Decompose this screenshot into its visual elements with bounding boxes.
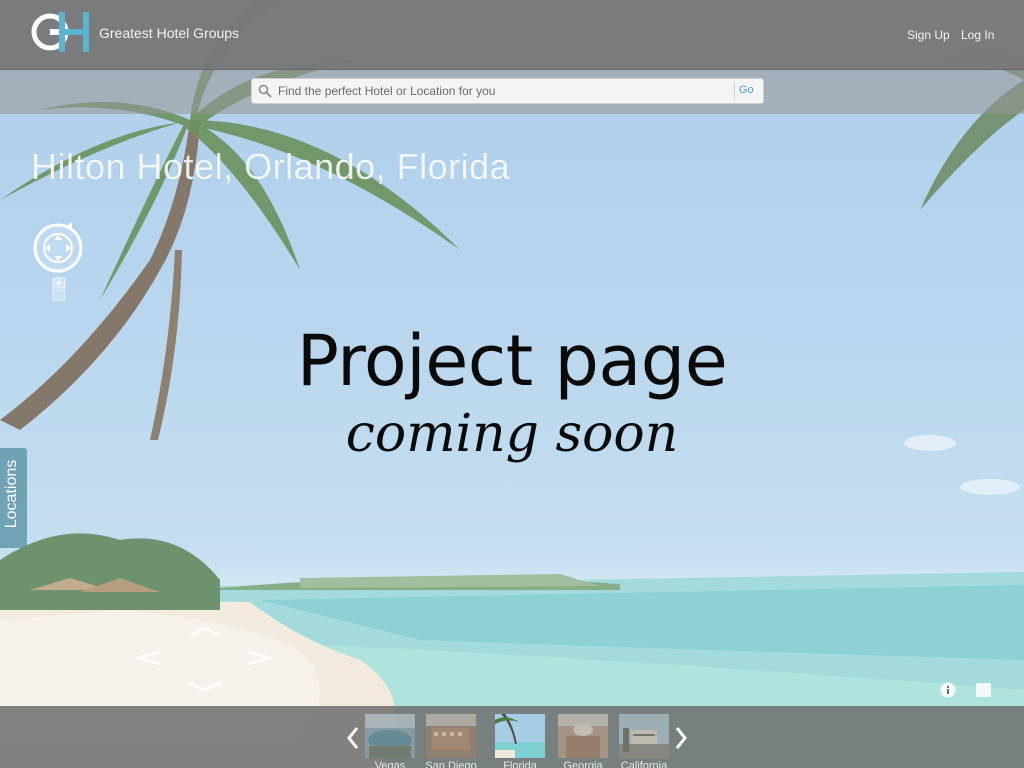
- navigation-arrows[interactable]: [130, 622, 280, 698]
- go-button[interactable]: Go: [739, 84, 754, 96]
- info-icon[interactable]: [940, 682, 956, 698]
- sign-up-link[interactable]: Sign Up: [907, 28, 950, 42]
- thumbnail-vegas: [365, 714, 415, 758]
- filmstrip-label: Florida: [503, 760, 537, 768]
- overlay-heading: Project page: [296, 320, 728, 402]
- brand-logo[interactable]: [31, 12, 93, 52]
- filmstrip-item-california[interactable]: California: [619, 714, 669, 768]
- log-in-link[interactable]: Log In: [961, 28, 994, 42]
- overlay-subheading: coming soon: [345, 404, 679, 464]
- filmstrip-item-san-diego[interactable]: San Diego: [425, 714, 477, 768]
- brand-name: Greatest Hotel Groups: [99, 25, 240, 41]
- zoom-icon[interactable]: [52, 277, 66, 301]
- top-navigation-bar: Greatest Hotel Groups Sign Up Log In: [0, 0, 1024, 70]
- thumbnail-georgia: [558, 714, 608, 758]
- hotel-title: Hilton Hotel, Orlando, Florida: [31, 146, 511, 187]
- arrow-left-icon: [132, 650, 161, 666]
- locations-tab[interactable]: Locations: [0, 448, 27, 548]
- filmstrip-label: Georgia: [563, 760, 603, 768]
- fullscreen-icon[interactable]: [976, 683, 991, 697]
- thumbnail-california: [619, 714, 669, 758]
- search-input[interactable]: [278, 82, 728, 100]
- filmstrip-label: California: [620, 760, 668, 768]
- search-divider: [734, 82, 735, 100]
- thumbnail-florida: [495, 714, 545, 758]
- chevron-left-icon[interactable]: [345, 724, 361, 752]
- locations-tab-label: Locations: [3, 459, 20, 529]
- coming-soon-overlay: Project page coming soon: [262, 318, 762, 464]
- search-box: Go: [251, 78, 764, 104]
- location-filmstrip: Vegas San Diego Florida Georgia Californ…: [0, 706, 1024, 768]
- arrow-down-icon: [187, 680, 223, 692]
- filmstrip-item-georgia[interactable]: Georgia: [558, 714, 608, 768]
- arrow-right-icon: [247, 650, 276, 666]
- search-bar-strip: Go: [0, 70, 1024, 114]
- filmstrip-item-vegas[interactable]: Vegas: [365, 714, 415, 768]
- compass-icon[interactable]: [32, 220, 86, 274]
- chevron-right-icon[interactable]: [673, 724, 689, 752]
- arrow-up-icon: [189, 626, 221, 638]
- search-icon: [258, 84, 272, 98]
- filmstrip-label: Vegas: [374, 760, 406, 768]
- filmstrip-item-florida[interactable]: Florida: [495, 714, 545, 768]
- filmstrip-label: San Diego: [425, 760, 477, 768]
- thumbnail-san-diego: [426, 714, 476, 758]
